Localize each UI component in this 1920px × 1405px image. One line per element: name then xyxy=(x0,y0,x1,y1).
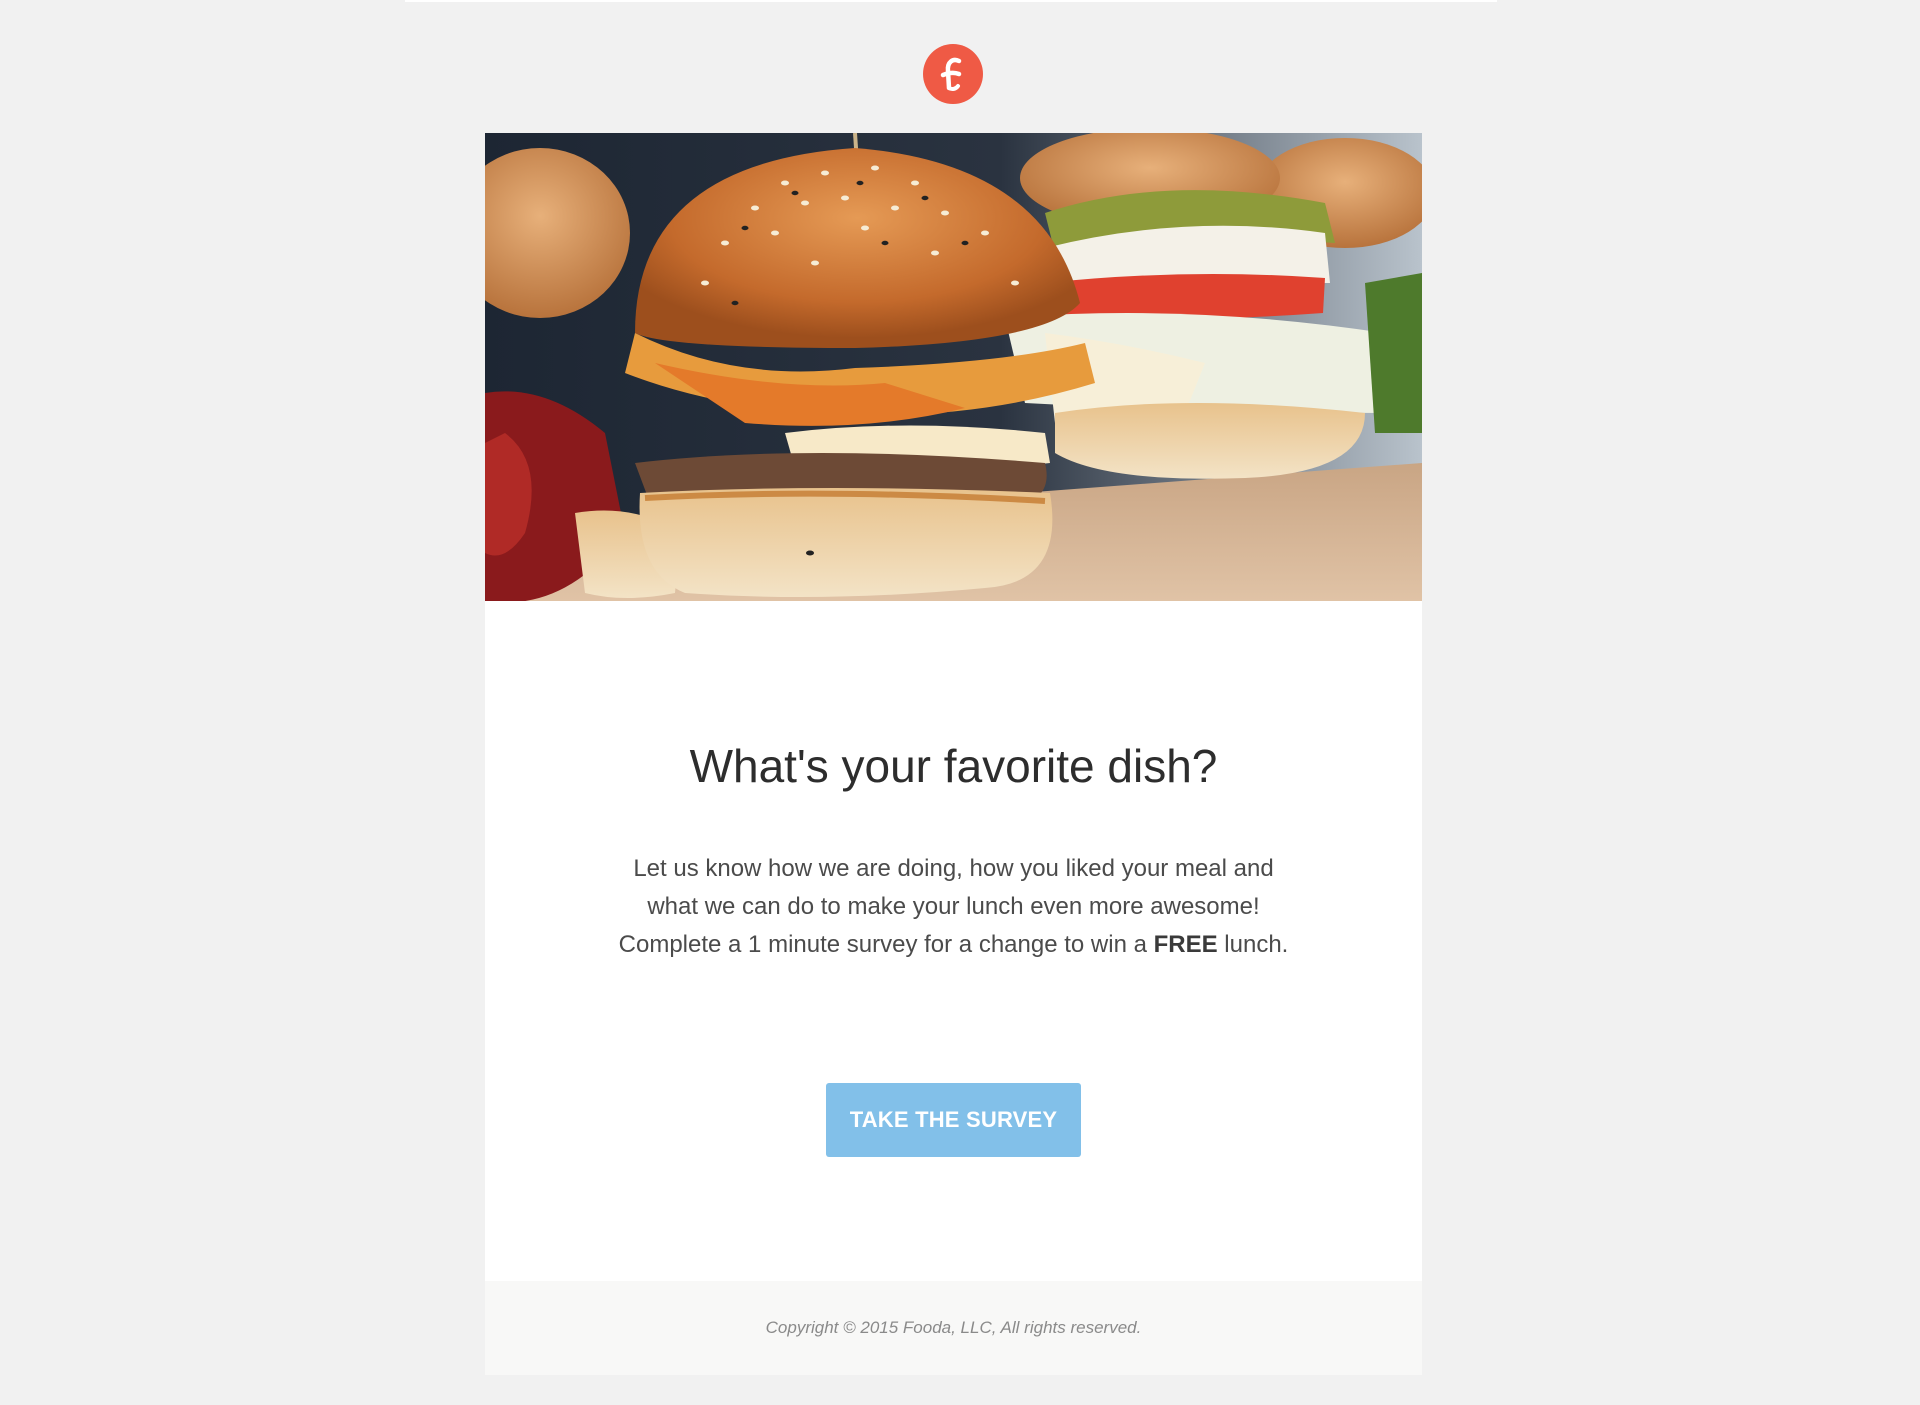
body-line-2: what we can do to make your lunch even m… xyxy=(647,893,1260,920)
body-line-3-suffix: lunch. xyxy=(1217,931,1289,958)
headline: What's your favorite dish? xyxy=(689,740,1218,792)
body-line-1: Let us know how we are doing, how you li… xyxy=(633,855,1274,882)
footer: Copyright © 2015 Fooda, LLC, All rights … xyxy=(485,1281,1422,1375)
fooda-logo[interactable] xyxy=(923,44,983,104)
body-text: Let us know how we are doing, how you li… xyxy=(485,850,1422,964)
top-divider xyxy=(405,0,1497,2)
fooda-f-logo-icon xyxy=(940,57,962,92)
burger-photo xyxy=(485,133,1422,601)
body-line-3-prefix: Complete a 1 minute survey for a change … xyxy=(618,931,1154,958)
copyright-text: Copyright © 2015 Fooda, LLC, All rights … xyxy=(765,1318,1142,1337)
hero-image xyxy=(485,133,1422,601)
free-emphasis: FREE xyxy=(1153,931,1218,958)
take-the-survey-button[interactable]: TAKE THE SURVEY xyxy=(826,1083,1081,1157)
email-card: What's your favorite dish? Let us know h… xyxy=(485,133,1422,1375)
